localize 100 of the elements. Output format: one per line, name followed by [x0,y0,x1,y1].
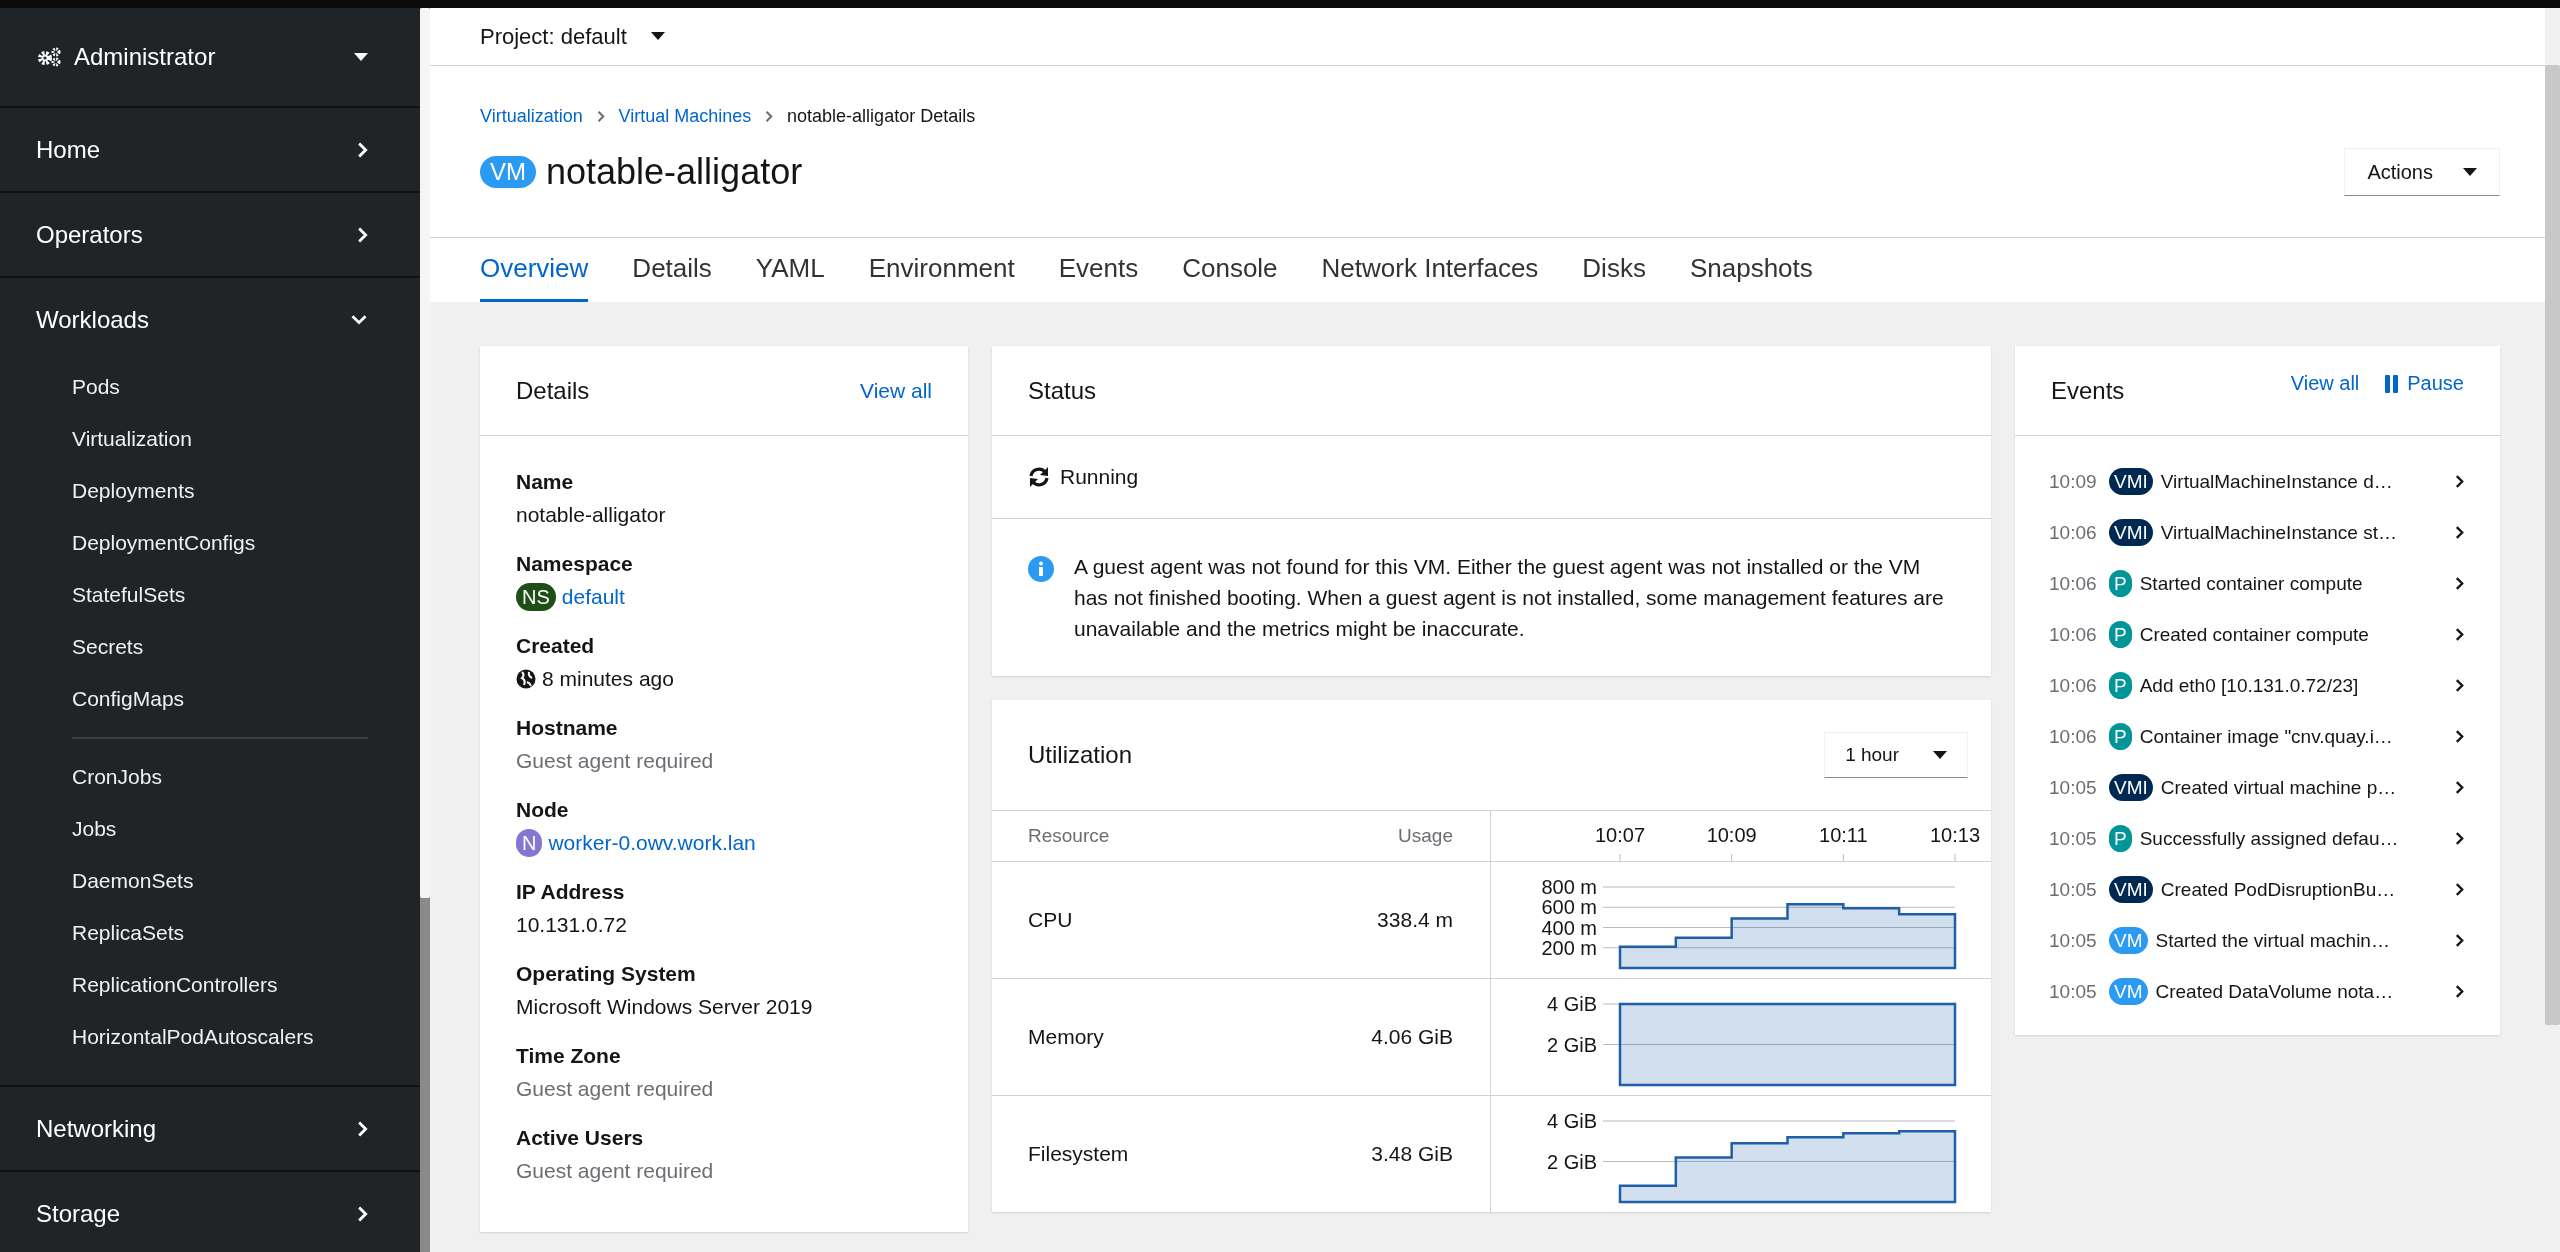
nav-item[interactable]: DaemonSets [0,855,420,907]
column-header: Resource [1028,825,1110,847]
nav-item[interactable]: ConfigMaps [0,673,420,725]
nav-section[interactable]: Networking [0,1087,420,1170]
tab[interactable]: Details [632,238,712,302]
nav-item[interactable]: DeploymentConfigs [0,517,420,569]
field-label: Hostname [516,715,619,741]
field-label: Operating System [516,961,697,987]
nav-item[interactable]: ReplicaSets [0,907,420,959]
tab[interactable]: Disks [1582,238,1646,302]
nav-item[interactable]: Secrets [0,621,420,673]
resource-name: Memory [1028,1025,1104,1049]
chevron-right-icon [2455,678,2464,693]
info-message: A guest agent was not found for this VM. Either the guest agent was not installed or the VM has not finished booting. When a guest agent is not installed, some management features are unavailable and the metrics might be inaccurate. [1074,554,1945,642]
breadcrumb-link[interactable]: Virtual Machines [618,105,752,127]
chevron-right-icon [2455,729,2464,744]
status-text: Running [1060,465,1139,489]
nav-item[interactable]: StatefulSets [0,569,420,621]
axis-label: 400 m [1541,916,1597,939]
usage-value: 338.4 m [1377,908,1453,932]
resource-badge: VM [2109,978,2148,1005]
scrollbar[interactable] [2545,65,2560,1025]
chevron-right-icon [2455,525,2464,540]
nav-item[interactable]: HorizontalPodAutoscalers [0,1011,420,1063]
nav-section[interactable]: Operators [0,193,420,276]
chevron-right-icon [2455,576,2464,591]
tab[interactable]: Console [1182,238,1278,302]
project-dropdown[interactable]: Project: default [480,23,665,50]
tab[interactable]: Events [1058,238,1139,302]
event-message: Started container compute [2139,572,2364,595]
event-message: Successfully assigned defau… [2139,827,2400,850]
field-value: Guest agent required [516,1076,714,1102]
event-message: Created virtual machine p… [2160,776,2398,799]
breadcrumb-link[interactable]: Virtualization [480,105,583,127]
globe-icon [516,669,536,689]
nav-item[interactable]: Jobs [0,803,420,855]
view-all-link[interactable]: View all [2290,372,2360,395]
axis-label: 4 GiB [1546,1110,1597,1132]
axis-label: 10:11 [1819,824,1868,846]
axis-label: 10:07 [1594,824,1646,846]
sync-icon [1028,466,1050,488]
resource-badge: N [516,829,543,857]
vm-badge: VM [480,156,536,188]
tab[interactable]: Network Interfaces [1321,238,1539,302]
card-title: Details [516,376,590,405]
chevron-right-icon [2455,831,2464,846]
scrollbar[interactable] [420,8,430,898]
event-time: 10:06 [2049,572,2098,595]
nav-section[interactable]: Workloads [0,278,420,361]
actions-dropdown[interactable]: Actions [2344,148,2500,196]
nav-item[interactable]: Virtualization [0,413,420,465]
view-all-link[interactable]: View all [860,378,932,403]
info-icon [1028,556,1054,582]
nav-section[interactable]: Home [0,108,420,191]
axis-label: 200 m [1541,936,1597,959]
chevron-right-icon [2455,984,2464,999]
time-range-dropdown[interactable]: 1 hour [1824,732,1968,778]
tab[interactable]: Overview [480,238,589,302]
breadcrumb-current: notable-alligator Details [787,105,976,127]
event-time: 10:05 [2049,878,2098,901]
nav-item[interactable]: CronJobs [0,751,420,803]
field-value: Guest agent required [516,1158,714,1184]
card-title: Utilization [1028,741,1133,769]
tab[interactable]: Snapshots [1689,238,1813,302]
resource-badge: P [2109,672,2132,699]
page-title: notable-alligator [546,151,803,193]
chevron-right-icon [2455,627,2464,642]
field-label: IP Address [516,879,626,905]
field-value: notable-alligator [516,502,666,528]
usage-value: 3.48 GiB [1371,1142,1453,1166]
tab[interactable]: YAML [755,238,825,302]
event-time: 10:05 [2049,980,2098,1003]
tab[interactable]: Environment [868,238,1015,302]
chevron-right-icon [765,109,774,123]
gears-icon [36,46,62,68]
caret-down-icon [1933,750,1947,760]
event-message: Add eth0 [10.131.0.72/23] [2139,674,2360,697]
nav-item[interactable]: Deployments [0,465,420,517]
chevron-right-icon [2455,933,2464,948]
event-message: Started the virtual machin… [2155,929,2391,952]
field-link[interactable]: worker-0.owv.work.lan [548,826,756,860]
nav-item[interactable]: ReplicationControllers [0,959,420,1011]
axis-label: 2 GiB [1546,1150,1597,1173]
card-title: Events [2051,376,2125,405]
caret-down-icon [354,52,368,62]
field-label: Namespace [516,551,634,577]
usage-value: 4.06 GiB [1371,1025,1453,1049]
resource-name: CPU [1028,908,1073,932]
nav-item[interactable]: Pods [0,361,420,413]
nav-section[interactable]: Storage [0,1172,420,1252]
event-message: VirtualMachineInstance d… [2160,470,2394,493]
card-title: Status [1028,376,1097,405]
field-link[interactable]: default [561,580,625,614]
axis-label: 10:13 [1929,824,1981,846]
resource-badge: VMI [2109,774,2153,801]
axis-label: 10:09 [1706,824,1757,846]
field-label: Name [516,469,575,495]
field-label: Active Users [516,1125,645,1151]
pause-link[interactable]: Pause [2385,372,2464,395]
event-time: 10:05 [2049,827,2098,850]
